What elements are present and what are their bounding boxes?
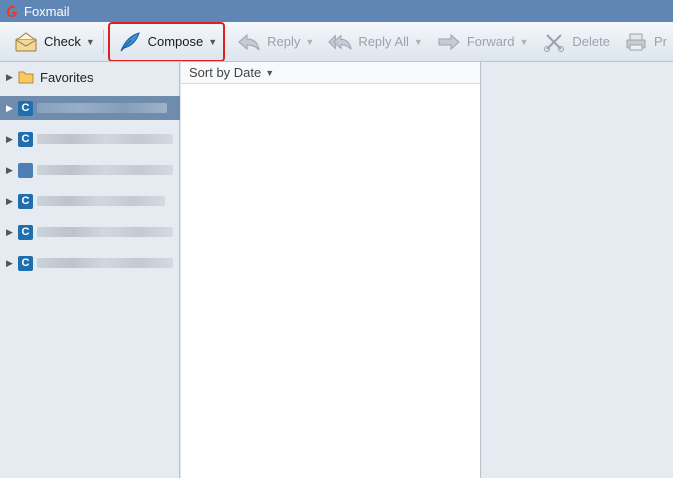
expand-arrow-icon[interactable]: ▶	[6, 258, 16, 269]
reply-all-dropdown-icon[interactable]: ▼	[414, 37, 423, 47]
account-icon-generic	[18, 162, 33, 178]
printer-icon	[624, 31, 648, 53]
account-name-redacted	[37, 196, 165, 206]
account-row[interactable]: ▶ C	[0, 220, 180, 244]
reply-all-button[interactable]: Reply All ▼	[320, 26, 429, 58]
envelope-icon	[14, 31, 38, 53]
reading-pane	[482, 62, 673, 478]
expand-arrow-icon[interactable]: ▶	[6, 134, 16, 145]
forward-arrow-icon	[437, 31, 461, 53]
compose-button[interactable]: Compose ▼	[107, 22, 226, 61]
compose-label: Compose	[147, 34, 204, 49]
folder-pane: ▶ Favorites ▶ C ▶ C ▶ ▶ C ▶ C ▶ C	[0, 62, 180, 478]
forward-label: Forward	[466, 34, 515, 49]
main-toolbar: Check ▼ Compose ▼ Reply ▼ Reply All ▼ Fo…	[0, 22, 673, 62]
reply-all-label: Reply All	[358, 34, 409, 49]
account-name-redacted	[37, 103, 167, 113]
title-bar: Foxmail	[0, 0, 673, 22]
forward-dropdown-icon[interactable]: ▼	[520, 37, 529, 47]
compose-dropdown-icon[interactable]: ▼	[208, 37, 217, 47]
expand-arrow-icon[interactable]: ▶	[6, 165, 16, 176]
account-icon: C	[18, 100, 33, 116]
account-row[interactable]: ▶	[0, 158, 180, 182]
expand-arrow-icon[interactable]: ▶	[6, 227, 16, 238]
expand-arrow-icon[interactable]: ▶	[6, 72, 16, 83]
reply-dropdown-icon[interactable]: ▼	[305, 37, 314, 47]
check-dropdown-icon[interactable]: ▼	[86, 37, 95, 47]
account-row[interactable]: ▶ C	[0, 189, 180, 213]
reply-label: Reply	[267, 34, 301, 49]
check-button[interactable]: Check ▼	[6, 26, 101, 58]
account-row[interactable]: ▶ C	[0, 251, 180, 275]
sort-by-date-dropdown[interactable]: Sort by Date ▼	[181, 62, 480, 84]
account-row[interactable]: ▶ C	[0, 96, 180, 120]
expand-arrow-icon[interactable]: ▶	[6, 196, 16, 207]
scissors-delete-icon	[542, 31, 566, 53]
window-title: Foxmail	[24, 3, 70, 19]
account-row[interactable]: ▶ C	[0, 127, 180, 151]
expand-arrow-icon[interactable]: ▶	[6, 103, 16, 114]
delete-label: Delete	[572, 34, 610, 49]
foxmail-logo-icon	[5, 4, 19, 18]
account-icon: C	[18, 224, 33, 240]
toolbar-divider	[102, 29, 104, 54]
reply-button[interactable]: Reply ▼	[229, 26, 320, 58]
reply-all-arrow-icon	[328, 31, 352, 53]
favorites-folder[interactable]: ▶ Favorites	[0, 65, 180, 89]
chevron-down-icon: ▼	[265, 67, 275, 78]
folder-icon	[18, 70, 34, 84]
forward-button[interactable]: Forward ▼	[429, 26, 535, 58]
feather-quill-icon	[118, 31, 142, 53]
delete-button[interactable]: Delete	[534, 26, 616, 58]
mail-list-pane: Sort by Date ▼	[181, 62, 481, 478]
account-name-redacted	[37, 165, 173, 175]
favorites-label: Favorites	[40, 69, 94, 85]
sort-label: Sort by Date	[189, 65, 262, 80]
reply-arrow-icon	[237, 31, 261, 53]
account-name-redacted	[37, 227, 173, 237]
account-name-redacted	[37, 134, 173, 144]
account-icon: C	[18, 193, 33, 209]
check-label: Check	[44, 34, 81, 49]
print-button[interactable]: Pr	[616, 26, 673, 58]
account-name-redacted	[37, 258, 173, 268]
print-label: Pr	[654, 34, 667, 49]
account-icon: C	[18, 255, 33, 271]
account-icon: C	[18, 131, 33, 147]
